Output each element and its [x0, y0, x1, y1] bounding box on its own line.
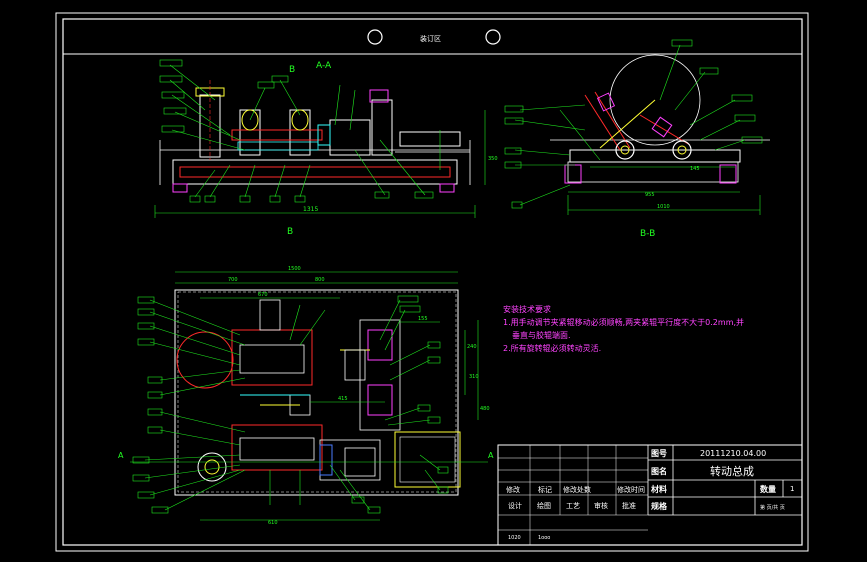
- plan-side-dimension-3: 480: [480, 406, 490, 412]
- front-height-dimension: 350: [488, 156, 498, 162]
- plan-mid-dimension: 415: [338, 396, 348, 402]
- side-total-dimension: 1010: [657, 204, 670, 210]
- sign-col-process: 工艺: [566, 502, 580, 510]
- sign-col-design: 设计: [508, 501, 522, 510]
- plan-bottom-dimension: 610: [268, 520, 278, 526]
- plan-side-dimension-1: 240: [467, 344, 477, 350]
- side-view-title: B-B: [640, 229, 655, 239]
- outer-border: [55, 12, 809, 552]
- side-view: 145 955 1010 B-B: [504, 39, 770, 239]
- plan-total-dimension: 1500: [288, 266, 301, 272]
- notes-title: 安装技术要求: [503, 304, 551, 314]
- plan-inner-dimension: 670: [258, 292, 268, 298]
- plan-right-dimension: 800: [315, 277, 325, 283]
- cad-drawing: 装订区 B A-A 1315 350 B 145 955 1010 B-B A …: [55, 12, 809, 552]
- notes-line-1: 1.用手动调节夹紧辊移动必须顺畅,两夹紧辊平行度不大于0.2mm,并: [503, 317, 744, 327]
- rev-col-time: 修改时间: [617, 485, 645, 494]
- sign-col-review: 审核: [594, 501, 608, 510]
- plan-sub-dimension: 155: [418, 316, 428, 322]
- quantity-label: 数量: [760, 484, 776, 494]
- header-stamp: 装订区: [420, 34, 441, 43]
- side-inner-dimension: 955: [645, 192, 655, 198]
- plan-marker-a-left: A: [118, 451, 124, 460]
- notes-line-2: 垂直与胶辊端面.: [512, 330, 571, 340]
- header-punch-hole-right: [485, 29, 501, 45]
- plan-side-dimension-2: 310: [469, 374, 479, 380]
- material-label: 材料: [651, 484, 667, 494]
- side-sub-dimension: 145: [690, 166, 700, 172]
- rev-col-mark: 标记: [538, 485, 552, 494]
- plan-view: A A 1500 700 800 670 415 155 240 310 480…: [118, 266, 494, 526]
- front-view-marker-b: B: [289, 65, 295, 75]
- rev-col-count: 修改处数: [563, 485, 591, 494]
- plan-marker-a-right: A: [488, 451, 494, 460]
- plan-left-dimension: 700: [228, 277, 238, 283]
- sign-col-approve: 批准: [622, 501, 636, 510]
- title-block-bottom-mid: 1ooo: [538, 535, 550, 541]
- notes-line-3: 2.所有旋转辊必须转动灵活.: [503, 343, 601, 353]
- title-block: 图号 20111210.04.00 图名 转动总成 材料 数量 1 规格 第 页…: [497, 444, 803, 546]
- front-view-title: A-A: [316, 61, 332, 71]
- drawing-number: 20111210.04.00: [700, 449, 766, 458]
- drawing-name: 转动总成: [710, 464, 754, 478]
- drawing-name-label: 图名: [651, 466, 667, 476]
- sheet-label: 第 页/共 页: [760, 504, 785, 511]
- title-block-bottom-left: 1020: [508, 535, 521, 541]
- rev-col-modify: 修改: [506, 485, 520, 494]
- quantity-value: 1: [790, 485, 794, 493]
- front-view-marker-b-bottom: B: [287, 227, 293, 237]
- front-total-dimension: 1315: [303, 206, 318, 213]
- spec-label: 规格: [651, 501, 668, 511]
- header-punch-hole-left: [367, 29, 383, 45]
- drawing-number-label: 图号: [651, 449, 667, 458]
- front-view: B A-A 1315 350 B: [154, 59, 498, 237]
- sign-col-draw: 绘图: [537, 501, 551, 510]
